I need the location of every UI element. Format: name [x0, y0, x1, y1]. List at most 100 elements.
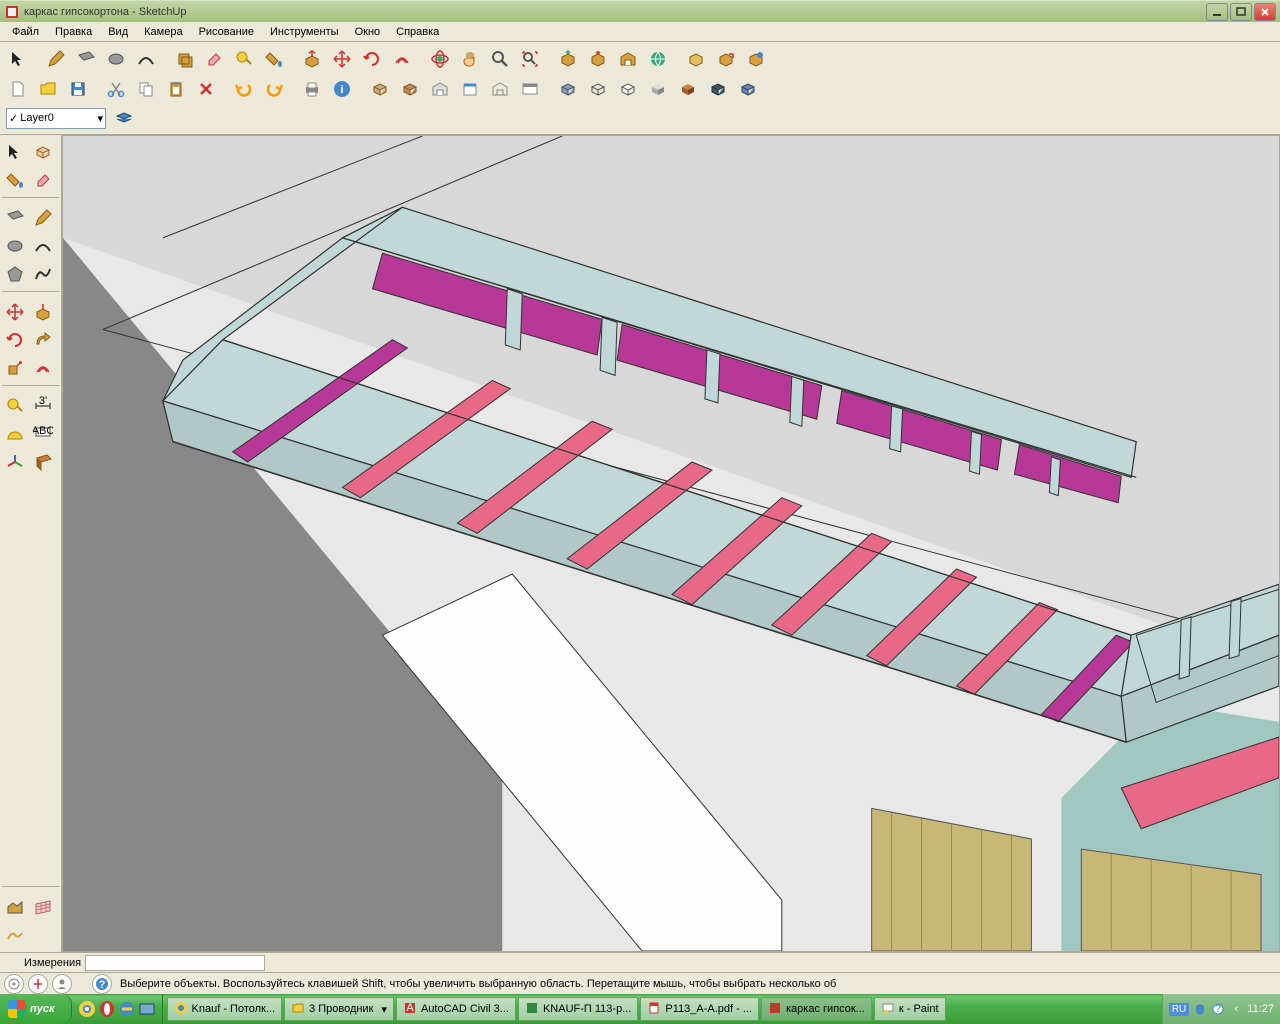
- open-file-icon[interactable]: [34, 75, 62, 103]
- layer-dropdown[interactable]: ✓ Layer0 ▾: [6, 108, 106, 129]
- geo-location-icon[interactable]: [4, 974, 24, 994]
- claim-credit-icon[interactable]: [52, 974, 72, 994]
- offset-icon[interactable]: [388, 45, 416, 73]
- scenes-dialog-icon[interactable]: [516, 75, 544, 103]
- language-indicator[interactable]: RU: [1169, 1003, 1189, 1016]
- save-file-icon[interactable]: [64, 75, 92, 103]
- offset-tool-icon[interactable]: [30, 355, 56, 381]
- ie-ql-icon[interactable]: [118, 1000, 136, 1018]
- toggle-terrain-icon[interactable]: [712, 45, 740, 73]
- pushpull-tool-icon[interactable]: [30, 299, 56, 325]
- paint-bucket-icon[interactable]: [260, 45, 288, 73]
- scale-tool-icon[interactable]: [2, 355, 28, 381]
- photo-textures-icon[interactable]: [742, 45, 770, 73]
- cut-icon[interactable]: [102, 75, 130, 103]
- taskbar-item-0[interactable]: Knauf - Потолк...: [167, 997, 283, 1021]
- zoom-icon[interactable]: [486, 45, 514, 73]
- eraser-tool-icon[interactable]: [30, 167, 56, 193]
- rectangle-icon[interactable]: [72, 45, 100, 73]
- wireframe-icon[interactable]: [584, 75, 612, 103]
- axes-tool-icon[interactable]: [2, 449, 28, 475]
- redo-icon[interactable]: [260, 75, 288, 103]
- print-icon[interactable]: [298, 75, 326, 103]
- followme-tool-icon[interactable]: [30, 327, 56, 353]
- select-icon[interactable]: [4, 45, 32, 73]
- taskbar-item-2[interactable]: AAutoCAD Civil 3...: [396, 997, 516, 1021]
- new-file-icon[interactable]: [4, 75, 32, 103]
- component-box-icon[interactable]: [30, 139, 56, 165]
- shaded-icon[interactable]: [644, 75, 672, 103]
- shaded-textures-icon[interactable]: [674, 75, 702, 103]
- back-edges-icon[interactable]: [734, 75, 762, 103]
- menu-edit[interactable]: Правка: [47, 24, 100, 40]
- line-tool-icon[interactable]: [30, 205, 56, 231]
- help-icon[interactable]: ?: [92, 974, 112, 994]
- section-tool-icon[interactable]: [30, 449, 56, 475]
- smoove-icon[interactable]: [2, 922, 28, 948]
- paste-icon[interactable]: [162, 75, 190, 103]
- opera-ql-icon[interactable]: [98, 1000, 116, 1018]
- arc-tool-icon[interactable]: [30, 233, 56, 259]
- menu-window[interactable]: Окно: [347, 24, 389, 40]
- arrow-tool-icon[interactable]: [2, 139, 28, 165]
- minimize-button[interactable]: [1206, 3, 1228, 21]
- taskbar-item-5[interactable]: каркас гипсок...: [761, 997, 872, 1021]
- maximize-button[interactable]: [1230, 3, 1252, 21]
- undo-icon[interactable]: [230, 75, 258, 103]
- orbit-icon[interactable]: [426, 45, 454, 73]
- components-dialog-icon[interactable]: [366, 75, 394, 103]
- polygon-tool-icon[interactable]: [2, 261, 28, 287]
- credits-icon[interactable]: [28, 974, 48, 994]
- arc-icon[interactable]: [132, 45, 160, 73]
- show-desktop-icon[interactable]: [138, 1000, 156, 1018]
- paint-tool-icon[interactable]: [2, 167, 28, 193]
- layers-dialog-icon[interactable]: [486, 75, 514, 103]
- chrome-ql-icon[interactable]: [78, 1000, 96, 1018]
- rectangle-tool-icon[interactable]: [2, 205, 28, 231]
- menu-help[interactable]: Справка: [388, 24, 447, 40]
- taskbar-item-4[interactable]: P113_A-A.pdf - ...: [640, 997, 759, 1021]
- pencil-icon[interactable]: [42, 45, 70, 73]
- dimension-tool-icon[interactable]: 3': [30, 393, 56, 419]
- move-tool-icon[interactable]: [2, 299, 28, 325]
- menu-view[interactable]: Вид: [100, 24, 136, 40]
- copy-icon[interactable]: [132, 75, 160, 103]
- clock[interactable]: 11:27: [1247, 1003, 1274, 1015]
- outliner-icon[interactable]: [396, 75, 424, 103]
- zoom-extents-icon[interactable]: [516, 45, 544, 73]
- xray-icon[interactable]: [554, 75, 582, 103]
- close-button[interactable]: [1254, 3, 1276, 21]
- eraser-icon[interactable]: [200, 45, 228, 73]
- add-location-icon[interactable]: [682, 45, 710, 73]
- start-button[interactable]: пуск: [0, 994, 72, 1024]
- protractor-tool-icon[interactable]: [2, 421, 28, 447]
- extension-warehouse-icon[interactable]: [644, 45, 672, 73]
- monochrome-icon[interactable]: [704, 75, 732, 103]
- menu-file[interactable]: Файл: [4, 24, 47, 40]
- tray-expand-icon[interactable]: ‹: [1229, 1002, 1243, 1016]
- model-info-icon[interactable]: i: [328, 75, 356, 103]
- styles-dialog-icon[interactable]: [456, 75, 484, 103]
- push-pull-icon[interactable]: [298, 45, 326, 73]
- taskbar-item-3[interactable]: KNAUF-П 113-р...: [518, 997, 638, 1021]
- text-tool-icon[interactable]: ABC: [30, 421, 56, 447]
- rotate-icon[interactable]: [358, 45, 386, 73]
- tray-shield-icon[interactable]: [1193, 1002, 1207, 1016]
- get-models-icon[interactable]: [554, 45, 582, 73]
- tray-help-icon[interactable]: ?: [1211, 1002, 1225, 1016]
- hidden-line-icon[interactable]: [614, 75, 642, 103]
- viewport-3d[interactable]: [62, 135, 1280, 952]
- delete-icon[interactable]: [192, 75, 220, 103]
- menu-tools[interactable]: Инструменты: [262, 24, 347, 40]
- circle-icon[interactable]: [102, 45, 130, 73]
- move-icon[interactable]: [328, 45, 356, 73]
- sandbox-scratch-icon[interactable]: [30, 894, 56, 920]
- tape-measure-icon[interactable]: [230, 45, 258, 73]
- circle-tool-icon[interactable]: [2, 233, 28, 259]
- rotate-tool-icon[interactable]: [2, 327, 28, 353]
- share-model-icon[interactable]: [584, 45, 612, 73]
- make-component-icon[interactable]: [170, 45, 198, 73]
- taskbar-item-6[interactable]: к - Paint: [874, 997, 946, 1021]
- menu-camera[interactable]: Камера: [136, 24, 190, 40]
- pan-icon[interactable]: [456, 45, 484, 73]
